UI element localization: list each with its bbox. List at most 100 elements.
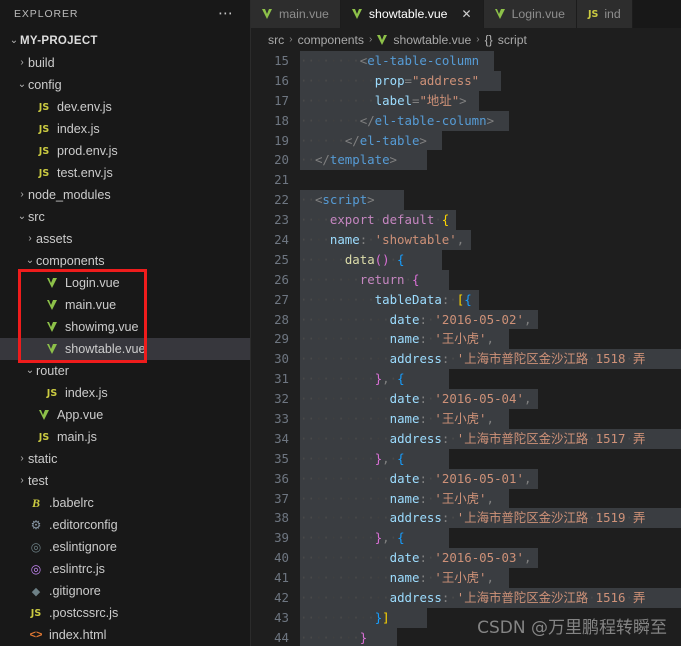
code-token: ·: [374, 212, 383, 228]
tree-item-src[interactable]: ⌄ src: [0, 206, 250, 228]
code-token: '2016-05-02': [434, 311, 524, 327]
whitespace-dot: ·: [367, 92, 375, 108]
whitespace-dot: ·: [337, 590, 345, 606]
code-editor[interactable]: 15 ········<el-table-column 16 ··········pr…: [251, 51, 681, 646]
tree-item-label: build: [28, 56, 55, 70]
editor-tab-main-vue[interactable]: main.vue: [251, 0, 341, 28]
tree-item-main-vue[interactable]: main.vue: [0, 294, 250, 316]
tree-item-login-vue[interactable]: Login.vue: [0, 272, 250, 294]
whitespace-dot: ·: [337, 132, 345, 148]
line-number: 28: [274, 311, 289, 327]
breadcrumb-item-src[interactable]: src: [268, 33, 284, 47]
whitespace-dot: ·: [352, 450, 360, 466]
whitespace-dot: ·: [337, 609, 345, 625]
code-token: :: [419, 490, 427, 506]
line-number: 44: [274, 629, 289, 645]
ellipsis-icon[interactable]: ⋯: [214, 6, 238, 21]
editor-tab-showtable-vue[interactable]: showtable.vue ✕: [340, 0, 484, 28]
breadcrumb-item-components[interactable]: components: [298, 33, 364, 47]
js-file-icon: JS: [38, 123, 50, 135]
tree-item-app-vue[interactable]: App.vue: [0, 404, 250, 426]
tree-item-label: index.html: [49, 628, 107, 642]
tree-item-showimg-vue[interactable]: showimg.vue: [0, 316, 250, 338]
line-number: 17: [274, 92, 289, 108]
code-text: ··········label="地址">: [300, 90, 681, 111]
code-content: 15 ········<el-table-column 16 ··········pr…: [251, 51, 681, 646]
whitespace-dot: ·: [322, 311, 330, 327]
code-token: {: [397, 530, 405, 546]
tree-item-gitignore[interactable]: ◆ .gitignore: [0, 580, 250, 602]
code-token: ,: [382, 530, 390, 546]
tree-item-build[interactable]: › build: [0, 52, 250, 74]
tree-item-babelrc[interactable]: B .babelrc: [0, 492, 250, 514]
whitespace-dot: ·: [307, 629, 315, 645]
line-number: 16: [274, 72, 289, 88]
file-icon-wrap: JS: [36, 146, 52, 157]
tree-item-assets[interactable]: › assets: [0, 228, 250, 250]
tree-item-index-js[interactable]: JS index.js: [0, 382, 250, 404]
tree-item-eslintrc-js[interactable]: ◎ .eslintrc.js: [0, 558, 250, 580]
whitespace-dot: ·: [337, 72, 345, 88]
whitespace-dot: ·: [382, 510, 390, 526]
code-text: ··········},·{: [300, 369, 681, 390]
tree-item-router[interactable]: ⌄ router: [0, 360, 250, 382]
whitespace-dot: ·: [307, 450, 315, 466]
tree-item-label: .babelrc: [49, 496, 94, 510]
breadcrumb-item-showtable-vue[interactable]: showtable.vue: [393, 33, 471, 47]
line-number: 23: [274, 212, 289, 228]
line-number: 27: [274, 291, 289, 307]
tree-item-editorconfig[interactable]: ⚙ .editorconfig: [0, 514, 250, 536]
tree-item-index-html[interactable]: <> index.html: [0, 624, 250, 646]
tree-item-config[interactable]: ⌄ config: [0, 74, 250, 96]
code-text: ············address:·'上海市普陀区金沙江路·1516·弄: [300, 588, 681, 608]
tree-item-my-project[interactable]: ⌄ MY-PROJECT: [0, 30, 250, 52]
code-token: address: [389, 510, 442, 526]
whitespace-dot: ·: [367, 411, 375, 427]
code-token: {: [441, 212, 450, 228]
tree-item-components[interactable]: ⌄ components: [0, 250, 250, 272]
js-file-icon: JS: [30, 607, 42, 619]
tree-item-dev-env-js[interactable]: JS dev.env.js: [0, 96, 250, 118]
tree-item-static[interactable]: › static: [0, 448, 250, 470]
code-text: ············date:·'2016-05-03',: [300, 548, 681, 569]
code-text: ······data()·{: [300, 249, 681, 270]
close-icon[interactable]: ✕: [462, 8, 472, 20]
whitespace-dot: ·: [337, 550, 345, 566]
code-line: 21: [251, 170, 681, 190]
code-token: (): [374, 251, 390, 267]
code-line: 33 ············name:·'王小虎',: [251, 409, 681, 429]
whitespace-dot: ·: [382, 590, 390, 606]
line-number: 32: [274, 391, 289, 407]
tree-item-eslintignore[interactable]: ◎ .eslintignore: [0, 536, 250, 558]
chevron-icon: ›: [20, 453, 24, 464]
chevron-icon: ⌄: [17, 79, 27, 90]
tree-item-node-modules[interactable]: › node_modules: [0, 184, 250, 206]
tree-item-prod-env-js[interactable]: JS prod.env.js: [0, 140, 250, 162]
code-token: 'showtable': [374, 232, 457, 248]
whitespace-dot: ·: [337, 271, 345, 287]
file-icon-wrap: ⚙: [28, 518, 44, 532]
explorer-title: EXPLORER: [14, 8, 79, 20]
file-icon-wrap: JS: [36, 102, 52, 113]
tree-item-showtable-vue[interactable]: showtable.vue: [0, 338, 250, 360]
tree-item-index-js[interactable]: JS index.js: [0, 118, 250, 140]
code-line: 43 ··········}]: [251, 607, 681, 628]
explorer-sidebar: EXPLORER ⋯ ⌄ MY-PROJECT › build ⌄ config JS dev…: [0, 0, 251, 646]
breadcrumb-item-script[interactable]: script: [498, 33, 527, 47]
tree-item-test[interactable]: › test: [0, 470, 250, 492]
tree-item-label: components: [36, 254, 105, 268]
whitespace-dot: ·: [322, 411, 330, 427]
whitespace-dot: ·: [367, 530, 375, 546]
code-text: ············date:·'2016-05-01',: [300, 468, 681, 489]
whitespace-dot: ·: [352, 470, 360, 486]
code-token: :: [419, 391, 427, 407]
tree-item-main-js[interactable]: JS main.js: [0, 426, 250, 448]
code-token: ·: [389, 371, 398, 387]
tree-item-postcssrc-js[interactable]: JS .postcssrc.js: [0, 602, 250, 624]
editor-tab-ind[interactable]: JS ind: [576, 0, 633, 28]
whitespace-dot: ·: [307, 192, 315, 208]
code-token: '上海市普陀区金沙江路·1519·弄: [456, 510, 646, 526]
whitespace-dot: ·: [322, 132, 330, 148]
tree-item-test-env-js[interactable]: JS test.env.js: [0, 162, 250, 184]
editor-tab-login-vue[interactable]: Login.vue: [483, 0, 577, 28]
